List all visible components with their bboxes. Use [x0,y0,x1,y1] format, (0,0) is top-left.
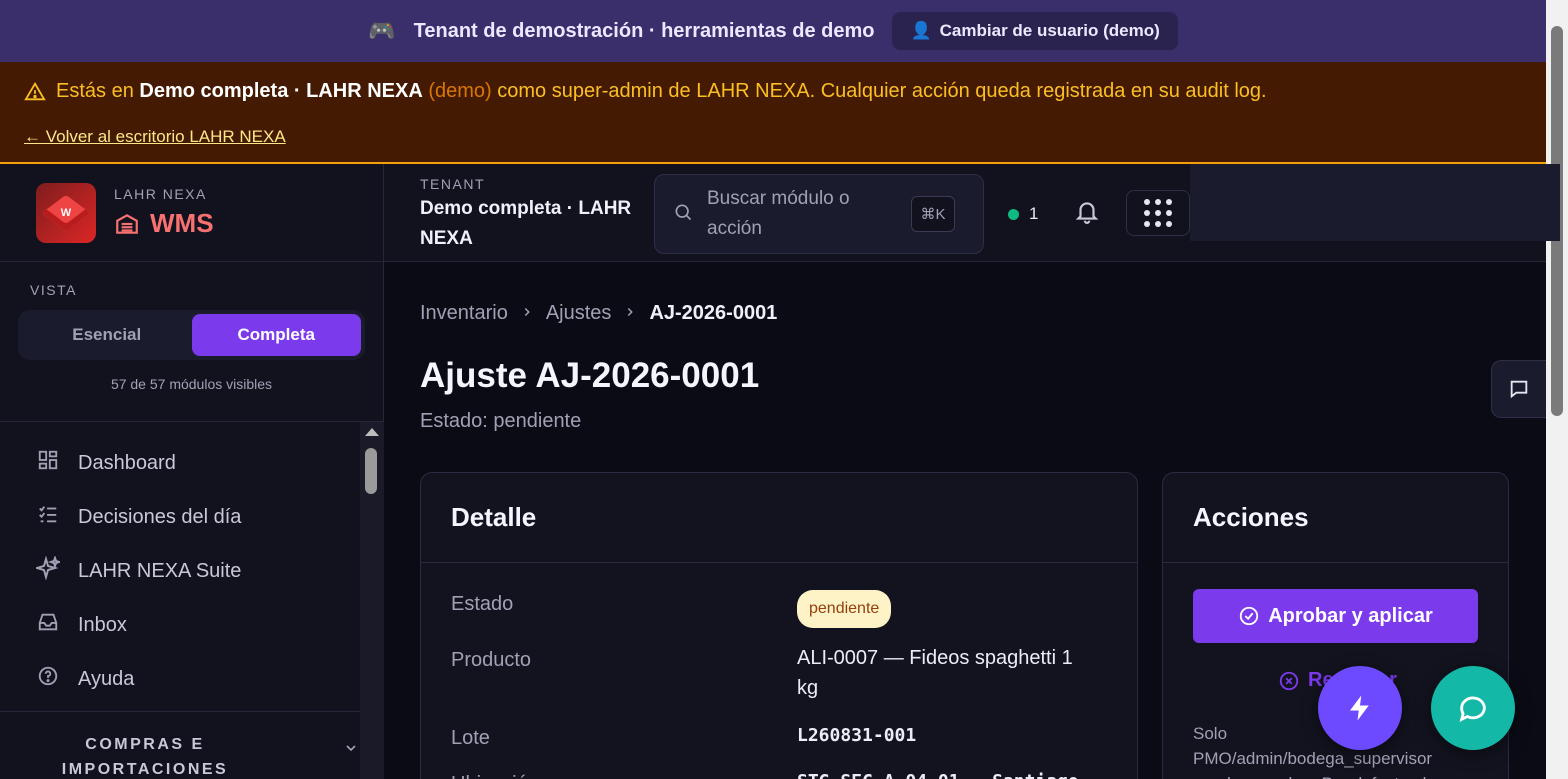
sidebar-item-dashboard[interactable]: Dashboard [0,436,383,490]
search-icon [673,202,693,227]
sparkles-icon [33,554,63,586]
header-extension-panel [1190,164,1560,241]
chevron-down-icon [343,740,359,761]
inbox-icon [36,611,60,639]
online-users-indicator[interactable]: 1 [1008,204,1038,224]
detail-value: ALI-0007 — Fideos spaghetti 1 kg [797,647,1073,699]
x-circle-icon [1279,671,1299,690]
vista-option-esencial[interactable]: Esencial [22,314,192,356]
warning-tenant: Demo completa · LAHR NEXA [139,80,423,102]
scroll-up-arrow-icon[interactable] [365,428,379,436]
sidebar-scrollbar[interactable] [360,422,384,779]
sidebar-item-label: LAHR NEXA Suite [78,559,242,582]
help-icon [36,665,60,693]
online-status-dot [1008,208,1019,220]
vista-option-completa[interactable]: Completa [191,314,361,356]
warning-icon [24,81,46,100]
sidebar-scrollbar-thumb[interactable] [365,448,377,494]
sidebar-nav: Dashboard Decisiones del día LAHR NEXA S… [0,422,384,779]
detail-value: L260831-001 [797,725,917,746]
warning-demo-tag: (demo) [428,80,492,102]
breadcrumb-item-inventario[interactable]: Inventario [420,302,508,325]
search-placeholder: Buscar módulo o acción [707,188,850,239]
sidebar-item-inbox[interactable]: Inbox [0,598,383,652]
app-logo: W [36,182,96,243]
sidebar-item-ayuda[interactable]: Ayuda [0,652,383,706]
tenant-label: TENANT [420,176,485,192]
quick-actions-button[interactable] [1318,666,1402,750]
brand-company: LAHR NEXA [114,186,207,202]
user-icon: 👤 [910,21,932,40]
sidebar-item-suite[interactable]: LAHR NEXA Suite [0,544,383,598]
feedback-tab[interactable] [1491,360,1546,418]
online-count: 1 [1029,204,1039,223]
detail-label: Estado [451,593,514,615]
chevron-right-icon [520,303,534,324]
sidebar-item-label: Decisiones del día [78,505,242,528]
vista-toggle: Esencial Completa [18,310,365,360]
lightning-icon [1350,695,1369,721]
apps-grid-button[interactable] [1126,190,1190,236]
sidebar-item-label: Dashboard [78,451,176,474]
breadcrumb-current: AJ-2026-0001 [649,302,778,324]
gamepad-icon: 🎮 [368,18,396,43]
sidebar-item-label: Inbox [78,613,127,636]
breadcrumb: Inventario Ajustes AJ-2026-0001 [420,302,777,325]
superadmin-warning-banner: Estás en Demo completa · LAHR NEXA (demo… [0,62,1546,164]
chevron-right-icon [623,303,637,324]
detail-label: Ubicación [451,773,751,779]
warning-prefix: Estás en [56,80,134,102]
chat-bubble-icon [1459,696,1486,722]
actions-card-title: Acciones [1163,473,1508,563]
sidebar-group-label: COMPRAS E IMPORTACIONES [61,736,229,778]
detail-label: Producto [451,649,532,671]
warning-suffix: como super-admin de LAHR NEXA. Cualquier… [497,80,1267,102]
search-input[interactable]: Buscar módulo o acción ⌘K [654,174,984,254]
demo-bar: 🎮 Tenant de demostración · herramientas … [0,0,1546,62]
detail-card: Detalle Estado pendiente Producto ALI-00… [420,472,1138,779]
vista-module-count: 57 de 57 módulos visibles [110,376,273,392]
vista-panel: VISTA Esencial Completa 57 de 57 módulos… [0,262,383,422]
approve-apply-label: Aprobar y aplicar [1268,604,1433,627]
sidebar-item-label: Ayuda [78,667,135,690]
sidebar-group-compras[interactable]: COMPRAS E IMPORTACIONES [0,712,383,779]
detail-value: STG-SEC-A-04-01 · Santiago [797,767,1137,779]
switch-user-label: Cambiar de usuario (demo) [939,21,1160,40]
sidebar-item-decisiones[interactable]: Decisiones del día [0,490,383,544]
demo-bar-title: Tenant de demostración · herramientas de… [413,19,875,42]
status-badge: pendiente [797,590,892,628]
switch-user-button[interactable]: 👤 Cambiar de usuario (demo) [892,12,1178,50]
vista-label: VISTA [30,282,77,298]
warehouse-icon [116,213,138,234]
message-square-icon [1510,380,1528,399]
brand-product: WMS [150,208,214,238]
tenant-name: Demo completa · LAHR NEXA [420,198,632,249]
check-circle-icon [1240,606,1259,626]
detail-label: Lote [451,727,490,749]
sidebar: W LAHR NEXA WMS VISTA Esencial Completa … [0,164,384,779]
notifications-bell-icon[interactable] [1074,198,1100,231]
brand[interactable]: W LAHR NEXA WMS [0,164,383,262]
breadcrumb-item-ajustes[interactable]: Ajustes [546,302,612,325]
page-scrollbar[interactable] [1546,0,1568,779]
checklist-icon [36,503,60,531]
chat-button[interactable] [1431,666,1515,750]
search-shortcut-badge: ⌘K [911,196,955,232]
detail-card-title: Detalle [421,473,1137,563]
page-title: Ajuste AJ-2026-0001 [420,356,760,395]
back-to-desktop-link[interactable]: ← Volver al escritorio LAHR NEXA [24,127,286,147]
tenant-info: TENANT Demo completa · LAHR NEXA [420,176,660,254]
approve-apply-button[interactable]: Aprobar y aplicar [1193,589,1478,643]
page-subtitle: Estado: pendiente [420,410,582,432]
dashboard-icon [36,449,60,477]
